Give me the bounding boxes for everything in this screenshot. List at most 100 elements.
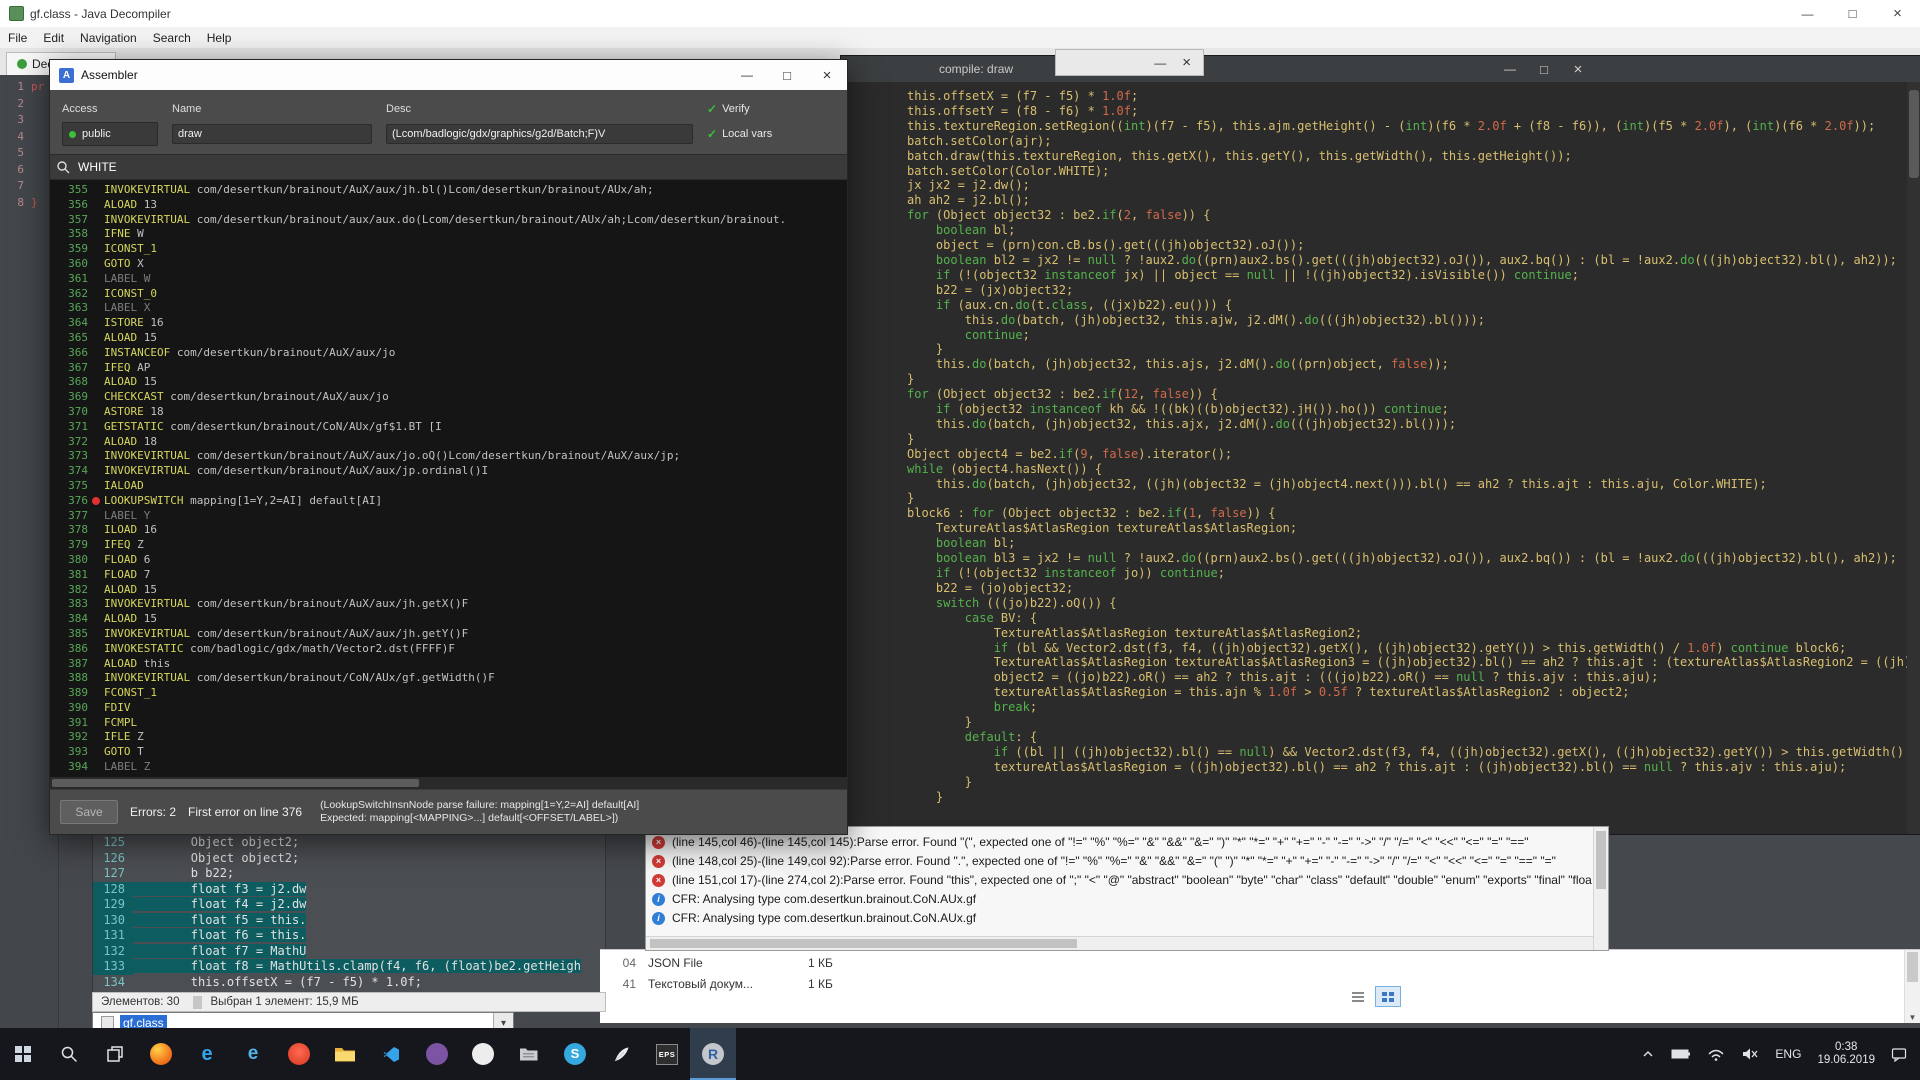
taskbar-task-view-icon[interactable] <box>92 1028 138 1080</box>
code-line[interactable]: default: { <box>907 730 1907 745</box>
code-line[interactable]: } <box>907 342 1907 357</box>
code-line[interactable]: batch.setColor(ajr); <box>907 134 1907 149</box>
code-line[interactable]: continue; <box>907 328 1907 343</box>
bytecode-line[interactable]: 365ALOAD 15 <box>50 331 847 346</box>
bytecode-line[interactable]: 363LABEL X <box>50 301 847 316</box>
scrollbar-thumb[interactable] <box>1596 831 1606 889</box>
taskbar-messenger-icon[interactable] <box>460 1028 506 1080</box>
menu-item-file[interactable]: File <box>0 31 35 45</box>
close-icon[interactable] <box>807 60 847 90</box>
minimize-icon[interactable] <box>727 60 767 90</box>
clock[interactable]: 0:38 19.06.2019 <box>1810 1028 1882 1080</box>
bytecode-line[interactable]: 370ASTORE 18 <box>50 405 847 420</box>
bytecode-line[interactable]: 371GETSTATIC com/desertkun/brainout/CoN/… <box>50 420 847 435</box>
taskbar-firefox-icon[interactable] <box>138 1028 184 1080</box>
scrollbar-thumb[interactable] <box>1909 90 1919 178</box>
view-list-icon[interactable] <box>1345 986 1371 1007</box>
bytecode-line[interactable]: 360GOTO X <box>50 257 847 272</box>
code-line[interactable]: if (!(object32 instanceof jo)) continue; <box>907 566 1907 581</box>
editor-line[interactable]: 127 b b22; <box>93 866 605 882</box>
bytecode-line[interactable]: 383INVOKEVIRTUAL com/desertkun/brainout/… <box>50 597 847 612</box>
parse-error-row[interactable]: (line 151,col 17)-(line 274,col 2):Parse… <box>646 871 1608 890</box>
code-line[interactable]: } <box>907 775 1907 790</box>
bytecode-line[interactable]: 374INVOKEVIRTUAL com/desertkun/brainout/… <box>50 464 847 479</box>
minimize-icon[interactable] <box>1154 56 1166 70</box>
taskbar-start-icon[interactable] <box>0 1028 46 1080</box>
bytecode-line[interactable]: 377LABEL Y <box>50 509 847 524</box>
assembler-titlebar[interactable]: A Assembler <box>50 60 847 90</box>
tray-expand-icon[interactable] <box>1634 1028 1662 1080</box>
bytecode-line[interactable]: 372ALOAD 18 <box>50 435 847 450</box>
parse-error-row[interactable]: (line 145,col 46)-(line 145,col 145):Par… <box>646 833 1608 852</box>
bytecode-line[interactable]: 381FLOAD 7 <box>50 568 847 583</box>
code-line[interactable]: if (bl && Vector2.dst(f3, f4, ((jh)objec… <box>907 641 1907 656</box>
bytecode-line[interactable]: 369CHECKCAST com/desertkun/brainout/AuX/… <box>50 390 847 405</box>
decompiled-vscrollbar[interactable] <box>1907 82 1920 834</box>
bytecode-line[interactable]: 356ALOAD 13 <box>50 198 847 213</box>
bytecode-search[interactable] <box>50 154 847 180</box>
bytecode-line[interactable]: 355INVOKEVIRTUAL com/desertkun/brainout/… <box>50 183 847 198</box>
info-row[interactable]: CFR: Analysing type com.desertkun.braino… <box>646 890 1608 909</box>
editor-line[interactable]: 126 Object object2; <box>93 851 605 867</box>
maximize-icon[interactable] <box>1527 56 1561 82</box>
bytecode-line[interactable]: 373INVOKEVIRTUAL com/desertkun/brainout/… <box>50 449 847 464</box>
code-line[interactable]: ah ah2 = j2.bl(); <box>907 193 1907 208</box>
code-line[interactable]: } <box>907 790 1907 805</box>
code-line[interactable]: break; <box>907 700 1907 715</box>
taskbar-file-explorer-icon[interactable] <box>322 1028 368 1080</box>
file-row[interactable]: 04JSON File1 КБ <box>600 953 1920 974</box>
error-console-hscrollbar[interactable] <box>646 936 1594 950</box>
bytecode-line[interactable]: 375IALOAD <box>50 479 847 494</box>
explorer-vscrollbar[interactable]: ▼ <box>1904 950 1920 1023</box>
code-line[interactable]: this.offsetX = (f7 - f5) * 1.0f; <box>907 89 1907 104</box>
bytecode-line[interactable]: 394LABEL Z <box>50 760 847 775</box>
verify-checkbox[interactable]: Verify <box>707 98 835 120</box>
close-icon[interactable] <box>1561 56 1595 82</box>
bytecode-listing[interactable]: 355INVOKEVIRTUAL com/desertkun/brainout/… <box>50 180 847 777</box>
code-line[interactable]: boolean bl; <box>907 536 1907 551</box>
editor-line[interactable]: 131 float f6 = this. <box>93 928 605 944</box>
code-line[interactable]: this.do(batch, (jh)object32, ((jh)(objec… <box>907 477 1907 492</box>
code-line[interactable]: b22 = (jx)object32; <box>907 283 1907 298</box>
bytecode-line[interactable]: 393GOTO T <box>50 745 847 760</box>
bytecode-line[interactable]: 389FCONST_1 <box>50 686 847 701</box>
taskbar-viber-icon[interactable] <box>414 1028 460 1080</box>
bytecode-line[interactable]: 379IFEQ Z <box>50 538 847 553</box>
code-line[interactable]: b22 = (jo)object32; <box>907 581 1907 596</box>
maximize-icon[interactable] <box>767 60 807 90</box>
bytecode-line[interactable]: 366INSTANCEOF com/desertkun/brainout/AuX… <box>50 346 847 361</box>
editor-line[interactable]: 133 float f8 = MathUtils.clamp(f4, f6, (… <box>93 959 605 975</box>
scrollbar-thumb[interactable] <box>52 779 419 787</box>
menu-item-help[interactable]: Help <box>199 31 240 45</box>
volume-muted-icon[interactable] <box>1734 1028 1766 1080</box>
taskbar-vscode-icon[interactable] <box>368 1028 414 1080</box>
code-line[interactable]: object2 = ((jo)b22).oR() == ah2 ? this.a… <box>907 670 1907 685</box>
code-line[interactable]: } <box>907 491 1907 506</box>
code-line[interactable]: this.do(batch, (jh)object32, this.ajx, j… <box>907 417 1907 432</box>
editor-line[interactable]: 128 float f3 = j2.dw <box>93 882 605 898</box>
menu-item-navigation[interactable]: Navigation <box>72 31 145 45</box>
bytecode-line[interactable]: 380FLOAD 6 <box>50 553 847 568</box>
editor-line[interactable]: 129 float f4 = j2.dw <box>93 897 605 913</box>
taskbar-opera-icon[interactable] <box>276 1028 322 1080</box>
bytecode-line[interactable]: 358IFNE W <box>50 227 847 242</box>
bytecode-line[interactable]: 392IFLE Z <box>50 730 847 745</box>
code-line[interactable]: TextureAtlas$AtlasRegion textureAtlas$At… <box>907 655 1907 670</box>
taskbar-eps-icon[interactable]: EPS <box>644 1028 690 1080</box>
code-line[interactable]: } <box>907 715 1907 730</box>
language-indicator[interactable]: ENG <box>1768 1028 1808 1080</box>
desc-input[interactable] <box>386 124 693 144</box>
info-row[interactable]: CFR: Analysing type com.desertkun.braino… <box>646 909 1608 928</box>
bytecode-line[interactable]: 382ALOAD 15 <box>50 583 847 598</box>
code-line[interactable]: switch (((jo)b22).oQ()) { <box>907 596 1907 611</box>
code-line[interactable]: if (object32 instanceof kh && !((bk)((b)… <box>907 402 1907 417</box>
code-line[interactable]: this.offsetY = (f8 - f6) * 1.0f; <box>907 104 1907 119</box>
code-line[interactable]: TextureAtlas$AtlasRegion textureAtlas$At… <box>907 626 1907 641</box>
code-line[interactable]: boolean bl; <box>907 223 1907 238</box>
code-line[interactable]: if (!(object32 instanceof jx) || object … <box>907 268 1907 283</box>
code-line[interactable]: block6 : for (Object object32 : be2.if(1… <box>907 506 1907 521</box>
code-line[interactable]: TextureAtlas$AtlasRegion textureAtlas$At… <box>907 521 1907 536</box>
file-row[interactable]: 41Текстовый докум...1 КБ <box>600 974 1920 995</box>
parse-error-row[interactable]: (line 148,col 25)-(line 149,col 92):Pars… <box>646 852 1608 871</box>
code-line[interactable]: batch.draw(this.textureRegion, this.getX… <box>907 149 1907 164</box>
